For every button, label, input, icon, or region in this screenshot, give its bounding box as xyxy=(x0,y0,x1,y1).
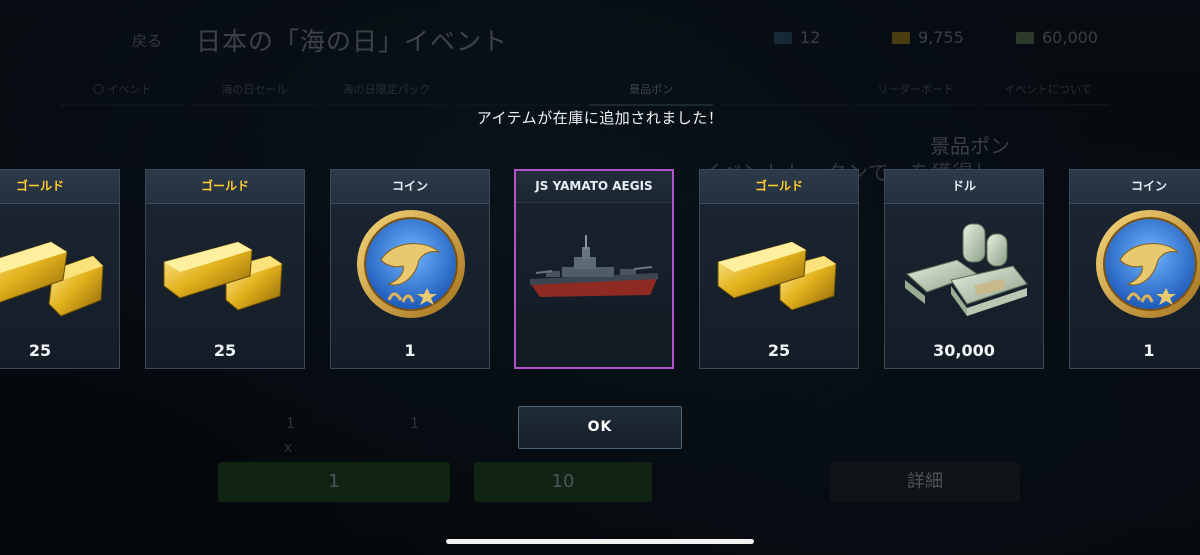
reward-card[interactable]: ゴールド 25 xyxy=(699,169,859,369)
reward-card-label: ゴールド xyxy=(0,170,119,204)
reward-card-label: コイン xyxy=(1070,170,1200,204)
reward-card-label: ドル xyxy=(885,170,1043,204)
home-indicator[interactable] xyxy=(446,539,754,544)
reward-notice: アイテムが在庫に追加されました！ xyxy=(476,109,724,127)
reward-card-label: コイン xyxy=(331,170,489,204)
reward-card-amount: 30,000 xyxy=(933,341,995,360)
reward-card[interactable]: コイン 1 xyxy=(1069,169,1200,369)
battleship-icon xyxy=(516,209,672,329)
gold-bars-icon xyxy=(0,208,119,328)
reward-card-label: ゴールド xyxy=(146,170,304,204)
reward-card[interactable]: コイン 1 xyxy=(330,169,490,369)
gold-bars-icon xyxy=(146,208,304,328)
reward-card-selected[interactable]: JS YAMATO AEGIS xyxy=(514,169,674,369)
reward-card-amount: 25 xyxy=(767,341,791,360)
reward-card-amount: 25 xyxy=(213,341,237,360)
ok-button[interactable]: OK xyxy=(518,406,682,449)
reward-card[interactable]: ゴールド 25 xyxy=(0,169,120,369)
reward-card-label: ゴールド xyxy=(700,170,858,204)
gold-bars-icon xyxy=(700,208,858,328)
dolphin-coin-icon xyxy=(331,208,489,328)
reward-card-amount: 1 xyxy=(1143,341,1155,360)
reward-card-amount: 1 xyxy=(404,341,416,360)
reward-card[interactable]: ゴールド 25 xyxy=(145,169,305,369)
cash-bundle-icon xyxy=(885,208,1043,328)
reward-card-amount: 25 xyxy=(28,341,52,360)
reward-card-label: JS YAMATO AEGIS xyxy=(516,171,672,203)
dolphin-coin-icon xyxy=(1070,208,1200,328)
reward-card[interactable]: ドル 30,000 xyxy=(884,169,1044,369)
